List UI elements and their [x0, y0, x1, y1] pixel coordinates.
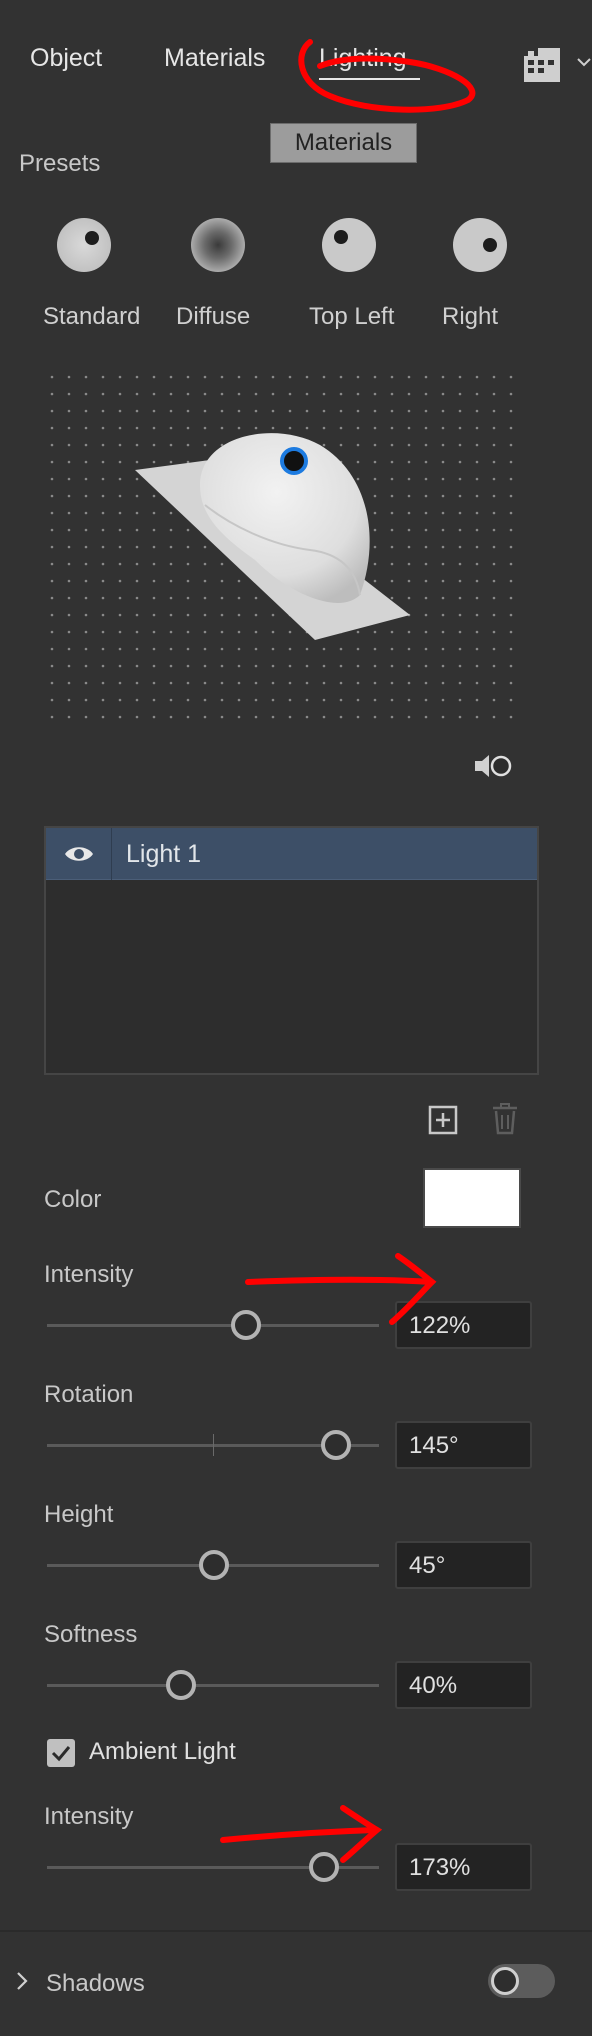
tab-object[interactable]: Object	[30, 44, 102, 73]
tab-lighting[interactable]: Lighting	[319, 44, 407, 73]
shadows-toggle[interactable]	[488, 1964, 555, 1998]
section-divider	[0, 1930, 592, 1932]
ambient-intensity-label: Intensity	[44, 1803, 134, 1830]
ambient-light-checkbox[interactable]	[47, 1739, 75, 1767]
rotation-label: Rotation	[44, 1381, 134, 1408]
intensity-slider-thumb[interactable]	[231, 1310, 261, 1340]
annotation-arrow-ambient-intensity	[220, 1805, 383, 1863]
preset-right-icon[interactable]	[453, 218, 507, 272]
softness-slider-track[interactable]	[47, 1684, 379, 1687]
light-position-handle[interactable]	[280, 447, 308, 475]
ambient-light-label[interactable]: Ambient Light	[89, 1738, 236, 1766]
intensity-field[interactable]: 122%	[395, 1301, 532, 1349]
eye-icon	[65, 847, 93, 861]
color-swatch[interactable]	[423, 1168, 521, 1228]
intensity-slider-track[interactable]	[47, 1324, 379, 1327]
color-label: Color	[44, 1186, 102, 1213]
softness-label: Softness	[44, 1621, 138, 1648]
rotation-center-tick	[213, 1434, 214, 1456]
preset-top-left-icon[interactable]	[322, 218, 376, 272]
preset-label-diffuse[interactable]: Diffuse	[176, 303, 250, 331]
shadows-toggle-knob	[491, 1967, 519, 1995]
preset-diffuse-icon[interactable]	[191, 218, 245, 272]
preset-label-right[interactable]: Right	[442, 303, 498, 331]
visibility-toggle[interactable]	[46, 828, 112, 880]
height-label: Height	[44, 1501, 114, 1528]
chevron-right-icon[interactable]	[15, 1970, 29, 1992]
light-source-toggle-icon[interactable]	[472, 752, 514, 780]
shadows-label[interactable]: Shadows	[46, 1970, 145, 1998]
preset-standard-icon[interactable]	[57, 218, 111, 272]
softness-slider-thumb[interactable]	[166, 1670, 196, 1700]
ambient-intensity-slider-thumb[interactable]	[309, 1852, 339, 1882]
preset-label-standard[interactable]: Standard	[43, 303, 140, 331]
rotation-field[interactable]: 145°	[395, 1421, 532, 1469]
height-slider-thumb[interactable]	[199, 1550, 229, 1580]
add-light-icon[interactable]	[428, 1105, 458, 1135]
light-list-row[interactable]: Light 1	[46, 828, 537, 880]
delete-light-icon[interactable]	[491, 1103, 519, 1135]
rotation-slider-thumb[interactable]	[321, 1430, 351, 1460]
checkmark-icon	[51, 1746, 71, 1762]
preset-label-top-left[interactable]: Top Left	[309, 303, 394, 331]
light-list[interactable]: Light 1	[44, 826, 539, 1075]
tab-lighting-underline	[319, 78, 420, 80]
lighting-preview[interactable]	[50, 375, 520, 720]
tooltip: Materials	[270, 123, 417, 163]
panel-options-icon[interactable]	[524, 48, 560, 82]
intensity-label: Intensity	[44, 1261, 134, 1288]
ambient-intensity-field[interactable]: 173%	[395, 1843, 532, 1891]
tab-materials[interactable]: Materials	[164, 44, 265, 73]
softness-field[interactable]: 40%	[395, 1661, 532, 1709]
height-field[interactable]: 45°	[395, 1541, 532, 1589]
presets-heading: Presets	[19, 150, 101, 177]
light-name[interactable]: Light 1	[126, 840, 201, 869]
chevron-down-icon[interactable]	[576, 54, 592, 70]
